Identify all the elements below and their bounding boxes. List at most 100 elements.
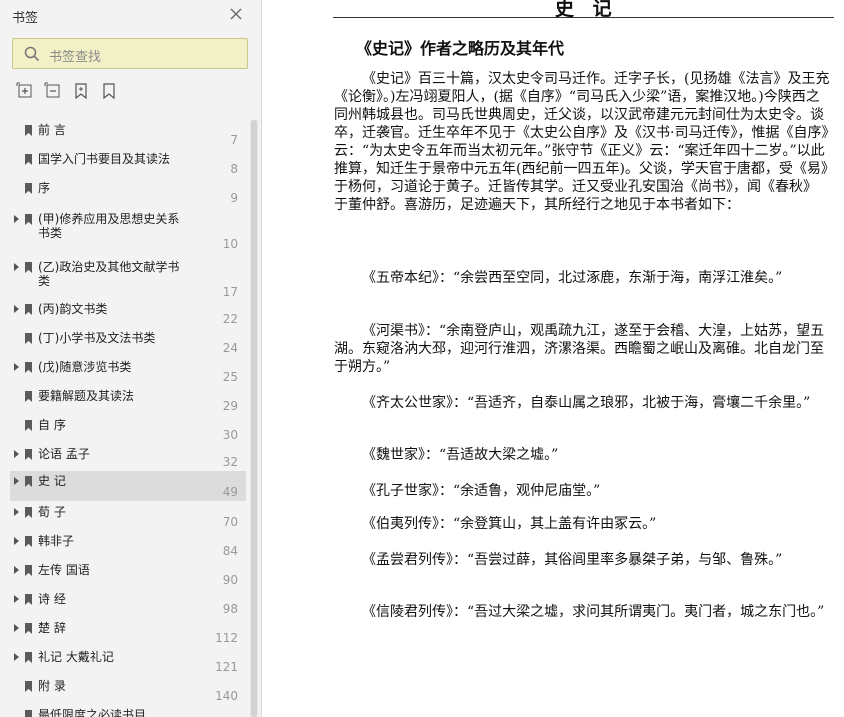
expand-arrow-icon[interactable] — [14, 215, 19, 223]
bookmark-item[interactable]: 左传 国语 90 — [10, 560, 246, 589]
expand-arrow-icon[interactable] — [14, 537, 19, 545]
bookmark-label: (丙)韵文书类 — [38, 302, 108, 316]
bookmark-page-number: 10 — [222, 237, 238, 251]
bookmark-label: 荀 子 — [38, 505, 66, 519]
expand-arrow-icon[interactable] — [14, 450, 19, 458]
bookmark-item[interactable]: 论语 孟子 32 — [10, 444, 246, 471]
close-icon[interactable] — [227, 5, 245, 23]
bookmark-label: 左传 国语 — [38, 563, 90, 577]
bookmark-page-number: 7 — [230, 133, 238, 147]
expand-arrow-icon[interactable] — [14, 595, 19, 603]
bookmark-label: 史 记 — [38, 474, 66, 488]
bookmark-item[interactable]: 前 言 7 — [10, 120, 246, 149]
bookmark-label: 序 — [38, 181, 51, 195]
running-head-title: 史 记 — [555, 0, 618, 20]
running-head: 史 记 — [333, 0, 834, 20]
bookmark-flag-icon — [25, 125, 32, 136]
expand-arrow-icon[interactable] — [14, 477, 19, 485]
bookmark-flag-icon — [25, 681, 32, 692]
bookmark-label: 国学入门书要目及其读法 — [38, 152, 171, 166]
bookmark-label: 礼记 大戴礼记 — [38, 650, 114, 664]
bookmark-scrollbar-thumb[interactable] — [251, 120, 257, 717]
bookmark-item[interactable]: 楚 辞 112 — [10, 618, 246, 647]
bookmark-item[interactable]: 自 序 30 — [10, 415, 246, 444]
bookmark-page-number: 29 — [222, 399, 238, 413]
bookmark-flag-icon — [25, 449, 32, 460]
bookmark-item[interactable]: (乙)政治史及其他文献学书类 17 — [10, 255, 246, 301]
collapse-all-icon[interactable] — [44, 82, 62, 100]
bookmark-flag-icon — [25, 594, 32, 605]
bookmark-page-number: 84 — [222, 544, 238, 558]
bookmark-flag-icon — [25, 262, 32, 273]
bookmark-item[interactable]: 要籍解题及其读法 29 — [10, 386, 246, 415]
paragraph: 《河渠书》：“余南登庐山，观禹疏九江，遂至于会稽、大湟，上姑苏，望五湖。东窥洛汭… — [334, 323, 825, 375]
bookmark-item[interactable]: 韩非子 84 — [10, 531, 246, 560]
section-heading: 《史记》作者之略历及其年代 — [356, 39, 565, 58]
bookmark-item[interactable]: (丁)小学书及文法书类 24 — [10, 328, 246, 357]
bookmark-page-number: 32 — [222, 455, 238, 469]
bookmark-icon[interactable] — [100, 82, 118, 100]
bookmark-page-number: 112 — [215, 631, 238, 645]
bookmark-label: 楚 辞 — [38, 621, 66, 635]
bookmark-page-number: 98 — [222, 602, 238, 616]
bookmark-flag-icon — [25, 391, 32, 402]
bookmark-search-input[interactable]: 书签查找 — [12, 38, 248, 69]
bookmark-item[interactable]: 荀 子 70 — [10, 502, 246, 531]
bookmark-flag-icon — [25, 362, 32, 373]
paragraph: 《魏世家》：“吾适故大梁之墟。” — [362, 447, 559, 463]
bookmark-item[interactable]: (戊)随意涉览书类 25 — [10, 357, 246, 386]
bookmark-page-number: 140 — [215, 689, 238, 703]
bookmark-flag-icon — [25, 420, 32, 431]
bookmark-label: 最低限度之必读书目 — [38, 708, 147, 717]
bookmark-item[interactable]: 附 录 140 — [10, 676, 246, 705]
bookmark-page-number: 8 — [230, 162, 238, 176]
paragraph: 《五帝本纪》：“余尝西至空同，北过涿鹿，东渐于海，南浮江淮矣。” — [362, 270, 783, 286]
bookmark-flag-icon — [25, 710, 32, 717]
bookmark-item[interactable]: 序9 — [10, 178, 246, 207]
bookmark-label-continued: 类 — [38, 274, 51, 288]
bookmark-flag-icon — [25, 183, 32, 194]
bookmark-label: 附 录 — [38, 679, 66, 693]
expand-arrow-icon[interactable] — [14, 263, 19, 271]
expand-arrow-icon[interactable] — [14, 624, 19, 632]
expand-arrow-icon[interactable] — [14, 508, 19, 516]
bookmark-page-number: 25 — [222, 370, 238, 384]
bookmark-flag-icon — [25, 304, 32, 315]
bookmark-label: (甲)修养应用及思想史关系 — [38, 212, 180, 226]
bookmark-flag-icon — [25, 214, 32, 225]
document-page: 史 记 《史记》作者之略历及其年代 《史记》百三十篇，汉太史令司马迁作。迁字子长… — [262, 0, 844, 717]
bookmark-panel-title: 书签 — [12, 11, 39, 26]
add-bookmark-icon[interactable] — [72, 82, 90, 100]
bookmark-flag-icon — [25, 623, 32, 634]
bookmark-label: 论语 孟子 — [38, 447, 90, 461]
bookmark-item[interactable]: 礼记 大戴礼记 121 — [10, 647, 246, 676]
paragraph: 《史记》百三十篇，汉太史令司马迁作。迁字子长，(见扬雄《法言》及王充《论衡》。)… — [334, 71, 830, 213]
expand-arrow-icon[interactable] — [14, 653, 19, 661]
bookmark-label: (乙)政治史及其他文献学书 — [38, 260, 180, 274]
bookmark-label: (戊)随意涉览书类 — [38, 360, 132, 374]
bookmark-item[interactable]: 国学入门书要目及其读法 8 — [10, 149, 246, 178]
bookmark-label: 诗 经 — [38, 592, 66, 606]
bookmark-item[interactable]: 最低限度之必读书目 — [10, 705, 246, 717]
bookmark-page-number: 22 — [222, 312, 238, 326]
expand-all-icon[interactable] — [16, 82, 34, 100]
bookmark-label-continued: 书类 — [38, 226, 63, 240]
paragraph: 《信陵君列传》：“吾过大梁之墟，求问其所谓夷门。夷门者，城之东门也。” — [362, 604, 825, 620]
bookmark-flag-icon — [25, 476, 32, 487]
bookmark-item[interactable]: (甲)修养应用及思想史关系 书类 10 — [10, 207, 246, 253]
paragraph: 《齐太公世家》：“吾适齐，自泰山属之琅邪，北被于海，膏壤二千余里。” — [362, 395, 811, 411]
bookmark-item[interactable]: (丙)韵文书类 22 — [10, 299, 246, 328]
bookmark-page-number: 49 — [222, 485, 238, 499]
bookmark-label: (丁)小学书及文法书类 — [38, 331, 156, 345]
expand-arrow-icon[interactable] — [14, 305, 19, 313]
bookmark-item[interactable]: 史 记 49 — [10, 471, 246, 501]
bookmark-page-number: 90 — [222, 573, 238, 587]
bookmark-flag-icon — [25, 507, 32, 518]
paragraph: 《孟尝君列传》：“吾尝过薛，其俗闾里率多暴桀子弟，与邹、鲁殊。” — [362, 552, 783, 568]
bookmark-panel-header: 书签 — [0, 0, 262, 32]
expand-arrow-icon[interactable] — [14, 566, 19, 574]
search-placeholder: 书签查找 — [49, 50, 102, 65]
bookmark-item[interactable]: 诗 经 98 — [10, 589, 246, 618]
search-icon — [24, 46, 40, 62]
expand-arrow-icon[interactable] — [14, 363, 19, 371]
